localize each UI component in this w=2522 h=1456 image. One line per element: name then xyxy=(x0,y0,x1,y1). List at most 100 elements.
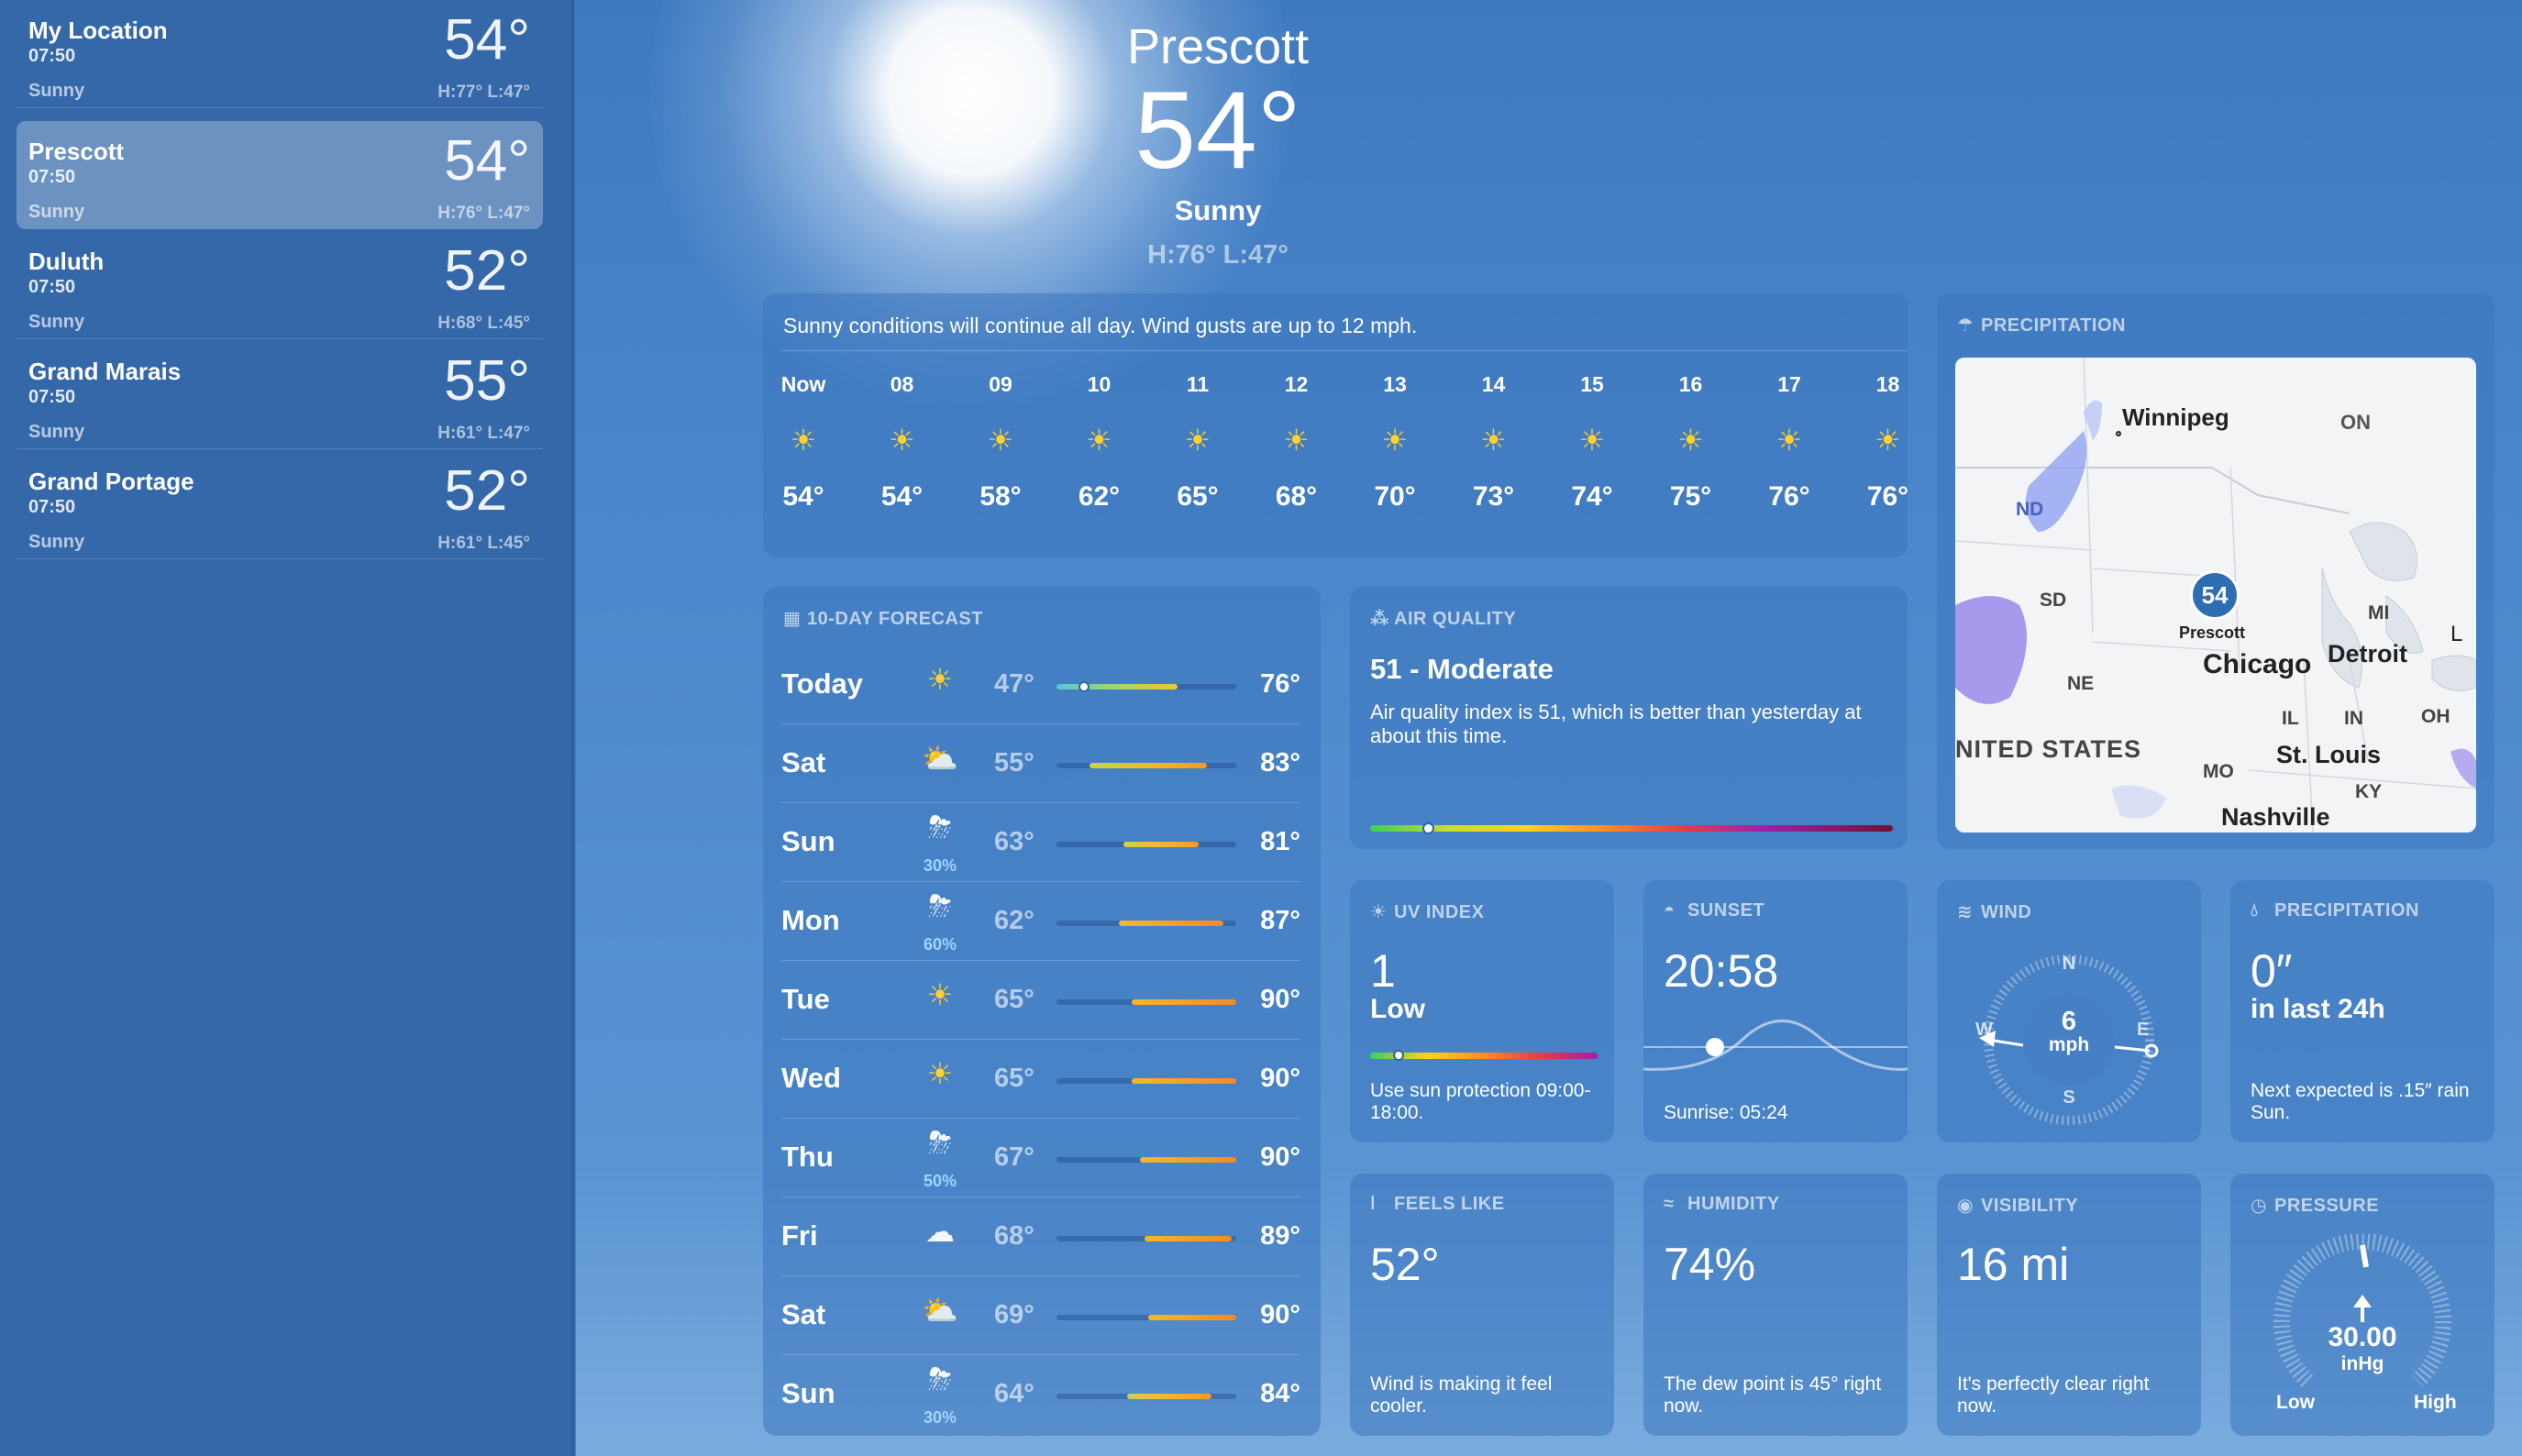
current-weather-header: Prescott 54° Sunny H:76° L:47° xyxy=(805,18,1631,270)
forecast-day-row[interactable]: Wed ☀ 65° 90° xyxy=(781,1040,1300,1119)
forecast-day-row[interactable]: Mon ⛈ 60% 62° 87° xyxy=(781,882,1300,961)
forecast-low: 47° xyxy=(994,669,1034,699)
location-item-prescott[interactable]: Prescott 07:50 Sunny 54° H:76° L:47° xyxy=(17,121,543,229)
pressure-title: ◷ PRESSURE xyxy=(2251,1196,2380,1216)
hour-column: 10 ☀ 62° xyxy=(1063,372,1136,513)
forecast-day-row[interactable]: Sun ⛈ 30% 64° 84° xyxy=(781,1355,1300,1434)
hour-column: 17 ☀ 76° xyxy=(1753,372,1826,513)
map-label-united-states: NITED STATES xyxy=(1955,735,2142,763)
forecast-day-row[interactable]: Sun ⛈ 30% 63° 81° xyxy=(781,803,1300,882)
pressure-low-label: Low xyxy=(2276,1392,2315,1413)
location-item-my-location[interactable]: My Location 07:50 Sunny 54° H:77° L:47° xyxy=(17,0,543,108)
partly-cloudy-icon: ⛅ xyxy=(922,1294,958,1327)
map-label-oh: OH xyxy=(2421,706,2450,727)
forecast-high: 81° xyxy=(1260,827,1300,856)
visibility-note: It's perfectly clear right now. xyxy=(1957,1373,2150,1417)
umbrella-icon: ☂ xyxy=(1957,315,1974,336)
map-label-on: ON xyxy=(2340,411,2371,434)
precipitation-map[interactable]: Winnipeg ON ND SD MI L 54 Prescott Chica… xyxy=(1955,358,2476,833)
hour-label: 10 xyxy=(1087,372,1112,396)
forecast-high: 87° xyxy=(1260,906,1300,935)
location-temp: 52° xyxy=(444,239,530,303)
temp-range-fill xyxy=(1132,999,1236,1005)
compass-south: S xyxy=(2063,1087,2075,1108)
wind-icon: ≋ xyxy=(1957,902,1974,922)
precipitation-note: Next expected is .15″ rain Sun. xyxy=(2251,1080,2470,1123)
thermometer-icon: ǀ xyxy=(1370,1194,1377,1214)
forecast-day-row[interactable]: Thu ⛈ 50% 67° 90° xyxy=(781,1119,1300,1197)
uv-index-level: Low xyxy=(1370,994,1425,1024)
pressure-card[interactable]: ◷ PRESSURE 30.00 inHg Low High xyxy=(2230,1174,2494,1436)
sunset-card[interactable]: ◓ SUNSET 20:58 Sunrise: 05:24 xyxy=(1643,880,1908,1142)
location-hilo: H:68° L:45° xyxy=(437,314,530,333)
forecast-day: Thu xyxy=(781,1141,834,1173)
humidity-note: The dew point is 45° right now. xyxy=(1664,1373,1882,1417)
hour-temp: 58° xyxy=(979,481,1022,512)
temp-range-bar xyxy=(1056,1157,1236,1163)
compass-east: E xyxy=(2137,1020,2150,1040)
hour-temp: 54° xyxy=(782,481,824,512)
location-time: 07:50 xyxy=(28,387,76,407)
forecast-day-row[interactable]: Sat ⛅ 55° 83° xyxy=(781,724,1300,803)
temp-range-bar xyxy=(1056,1394,1236,1399)
sun-icon: ☀ xyxy=(1775,424,1803,457)
pressure-unit: inHg xyxy=(2340,1353,2384,1374)
humidity-card[interactable]: ≈ HUMIDITY 74% The dew point is 45° right… xyxy=(1643,1174,1908,1436)
temp-range-bar xyxy=(1056,681,1236,692)
air-quality-bar xyxy=(1370,822,1893,834)
location-name: Duluth xyxy=(28,248,105,275)
air-quality-title: ⁂ AIR QUALITY xyxy=(1370,609,1517,629)
hour-label: Now xyxy=(780,372,826,396)
uv-index-note: Use sun protection 09:00-18:00. xyxy=(1370,1080,1591,1123)
current-temp-marker xyxy=(1078,681,1090,692)
precipitation-card[interactable]: 💧︎ PRECIPITATION 0″ in last 24h Next expe… xyxy=(2230,880,2494,1142)
forecast-high: 90° xyxy=(1260,1142,1300,1172)
feels-like-card[interactable]: ǀ FEELS LIKE 52° Wind is making it feel c… xyxy=(1350,1174,1614,1436)
hour-column: 09 ☀ 58° xyxy=(964,372,1037,513)
temp-range-fill xyxy=(1132,1078,1236,1084)
map-label-l: L xyxy=(2450,622,2463,646)
map-label-st-louis: St. Louis xyxy=(2276,741,2381,768)
temp-range-fill xyxy=(1148,1315,1236,1320)
hour-temp: 54° xyxy=(880,481,924,512)
location-item-grand-marais[interactable]: Grand Marais 07:50 Sunny 55° H:61° L:47° xyxy=(17,341,543,449)
location-item-duluth[interactable]: Duluth 07:50 Sunny 52° H:68° L:45° xyxy=(17,231,543,339)
forecast-day: Sun xyxy=(781,825,835,857)
hour-temp: 62° xyxy=(1078,481,1121,512)
wind-card[interactable]: ≋ WIND N S W E 6 mph xyxy=(1937,880,2201,1142)
current-condition: Sunny xyxy=(1174,194,1262,226)
humidity-icon: ≈ xyxy=(1664,1194,1675,1214)
air-quality-card[interactable]: ⁂ AIR QUALITY 51 - Moderate Air quality i… xyxy=(1350,587,1908,849)
feels-like-value: 52° xyxy=(1370,1239,1440,1290)
calendar-icon: ▦ xyxy=(783,609,802,629)
sun-icon: ☀ xyxy=(1480,424,1507,457)
hour-label: 15 xyxy=(1580,372,1604,396)
visibility-value: 16 mi xyxy=(1957,1239,2070,1290)
precipitation-map-card[interactable]: ☂ PRECIPITATION Winnipeg ON ND SD MI L 5… xyxy=(1937,293,2494,849)
temp-range-bar xyxy=(1056,842,1236,847)
forecast-day-row[interactable]: Tue ☀ 65° 90° xyxy=(781,961,1300,1040)
forecast-day-row[interactable]: Fri ☁ 68° 89° xyxy=(781,1197,1300,1276)
temp-range-fill xyxy=(1127,1394,1211,1399)
forecast-day-row[interactable]: Sat ⛅ 69° 90° xyxy=(781,1276,1300,1355)
ten-day-forecast-card[interactable]: ▦ 10-DAY FORECAST Today ☀ 47° 76° Sat ⛅ 55° 83° S… xyxy=(763,587,1321,1436)
temp-range-bar xyxy=(1056,1078,1236,1084)
hour-column: Now ☀ 54° xyxy=(767,372,840,513)
visibility-card[interactable]: ◉ VISIBILITY 16 mi It's perfectly clear r… xyxy=(1937,1174,2201,1436)
forecast-low: 68° xyxy=(994,1221,1034,1251)
map-label-mi: MI xyxy=(2368,602,2390,623)
air-quality-description: Air quality index is 51, which is better… xyxy=(1370,700,1862,747)
location-time: 07:50 xyxy=(28,46,76,66)
current-hilo: H:76° L:47° xyxy=(1147,240,1289,270)
location-item-grand-portage[interactable]: Grand Portage 07:50 Sunny 52° H:61° L:45… xyxy=(17,451,543,559)
hour-temp: 74° xyxy=(1571,481,1613,512)
hour-temp: 76° xyxy=(1866,481,1909,512)
feels-like-title: ǀ FEELS LIKE xyxy=(1370,1194,1505,1214)
forecast-day-row[interactable]: Today ☀ 47° 76° xyxy=(781,645,1300,724)
location-pin[interactable]: 54 xyxy=(2190,570,2240,620)
hourly-forecast-card[interactable]: Sunny conditions will continue all day. … xyxy=(763,293,1908,557)
sun-icon: ☀ xyxy=(1370,902,1388,922)
forecast-day: Sat xyxy=(781,746,826,778)
hour-column: 13 ☀ 70° xyxy=(1358,372,1432,513)
uv-index-card[interactable]: ☀ UV INDEX 1 Low Use sun protection 09:00… xyxy=(1350,880,1614,1142)
